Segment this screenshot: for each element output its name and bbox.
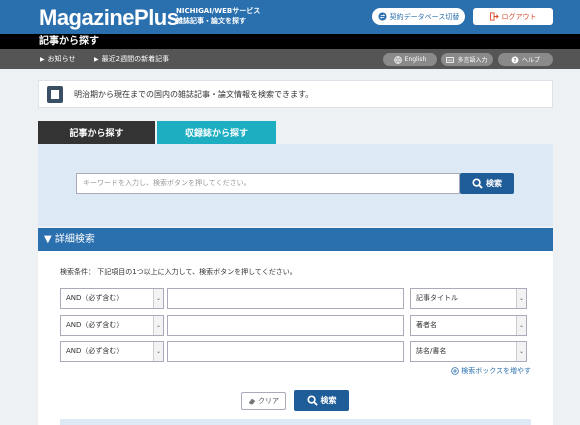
operator-select-1-value: AND（必ず含む） [66, 294, 124, 302]
english-label: English [404, 56, 427, 63]
advanced-search-button[interactable]: 検索 [294, 390, 349, 411]
contract-switch-button[interactable]: 契約データベース切替 [372, 8, 465, 25]
nav-recent-link[interactable]: ▶ 最近2週間の新着記事 [94, 49, 169, 69]
tab-journal-label: 収録誌から探す [184, 129, 248, 139]
advanced-search-label: 検索 [320, 396, 337, 405]
chevron-down-icon: ⌄ [153, 316, 163, 335]
keyword-search-panel: キーワードを入力し、検索ボタンを押してください。 検索 [38, 144, 553, 226]
multilang-input-button[interactable]: 多言語入力 [441, 53, 493, 66]
chevron-down-icon: ⌄ [516, 289, 526, 308]
advanced-search-panel: 検索条件： 下記項目の1つ以上に入力して、検索ボタンを押してください。 AND（… [38, 251, 553, 425]
search-term-input-2[interactable] [167, 315, 404, 336]
triangle-right-icon: ▶ [40, 56, 45, 63]
results-area-top [60, 419, 531, 425]
clear-button[interactable]: クリア [241, 392, 286, 410]
field-select-3[interactable]: 誌名/書名 ⌄ [410, 341, 527, 362]
keyboard-icon [446, 56, 455, 64]
search-term-input-1[interactable] [167, 288, 404, 309]
tab-article-label: 記事から探す [69, 129, 124, 139]
operator-select-2-value: AND（必ず含む） [66, 321, 124, 329]
page-title-bar: 記事から探す [0, 34, 580, 49]
contract-switch-label: 契約データベース切替 [389, 12, 460, 21]
tab-journal-search[interactable]: 収録誌から探す [157, 121, 276, 144]
eraser-icon [248, 397, 256, 405]
info-banner: 明治期から現在までの国内の雑誌記事・論文情報を検索できます。 [38, 80, 553, 108]
switch-icon [378, 12, 387, 21]
help-button[interactable]: ? ヘルプ [498, 53, 553, 66]
help-label: ヘルプ [521, 57, 540, 64]
field-select-3-value: 誌名/書名 [416, 347, 447, 355]
info-text: 明治期から現在までの国内の雑誌記事・論文情報を検索できます。 [74, 90, 314, 99]
operator-select-3[interactable]: AND（必ず含む） ⌄ [60, 341, 164, 362]
add-search-box-link[interactable]: 検索ボックスを増やす [451, 366, 531, 376]
operator-select-2[interactable]: AND（必ず含む） ⌄ [60, 315, 164, 336]
nav-news-label: お知らせ [47, 55, 76, 63]
clear-label: クリア [258, 397, 279, 405]
advanced-search-toggle[interactable]: ▼ 詳細検索 [38, 228, 553, 251]
chevron-down-icon: ⌄ [153, 289, 163, 308]
magazine-icon [47, 86, 63, 103]
keyword-input[interactable]: キーワードを入力し、検索ボタンを押してください。 [76, 173, 460, 194]
app-logo[interactable]: MagazinePlus [39, 5, 179, 31]
multilang-label: 多言語入力 [457, 57, 488, 64]
operator-select-3-value: AND（必ず含む） [66, 347, 124, 355]
field-select-1[interactable]: 記事タイトル ⌄ [410, 288, 527, 309]
help-icon: ? [511, 56, 519, 64]
search-term-input-3[interactable] [167, 341, 404, 362]
service-subtitle-line2: 雑誌記事・論文を探す [176, 17, 246, 25]
add-search-box-label: 検索ボックスを増やす [461, 367, 532, 375]
logout-button[interactable]: ログアウト [473, 8, 553, 25]
keyword-search-label: 検索 [486, 179, 502, 188]
search-icon [472, 178, 483, 189]
service-subtitle: NICHIGAI/WEBサービス 雑誌記事・論文を探す [176, 6, 260, 26]
chevron-down-icon: ⌄ [516, 342, 526, 361]
svg-text:?: ? [513, 58, 516, 64]
logout-label: ログアウト [501, 12, 537, 21]
chevron-down-icon: ⌄ [516, 316, 526, 335]
triangle-right-icon: ▶ [94, 56, 99, 63]
app-header: MagazinePlus NICHIGAI/WEBサービス 雑誌記事・論文を探す… [0, 0, 580, 34]
english-button[interactable]: English [383, 53, 437, 66]
page-title: 記事から探す [39, 36, 99, 47]
search-icon [306, 395, 318, 406]
keyword-search-button[interactable]: 検索 [460, 173, 514, 194]
nav-bar: ▶ お知らせ ▶ 最近2週間の新着記事 English 多言語入力 ? ヘルプ [0, 49, 580, 69]
logout-icon [489, 12, 499, 21]
field-select-2[interactable]: 著者名 ⌄ [410, 315, 527, 336]
chevron-down-icon: ⌄ [153, 342, 163, 361]
field-select-2-value: 著者名 [416, 321, 437, 329]
advanced-instruction: 検索条件： 下記項目の1つ以上に入力して、検索ボタンを押してください。 [60, 268, 297, 276]
nav-recent-label: 最近2週間の新着記事 [101, 55, 170, 63]
nav-news-link[interactable]: ▶ お知らせ [40, 49, 76, 69]
operator-select-1[interactable]: AND（必ず含む） ⌄ [60, 288, 164, 309]
globe-icon [393, 55, 402, 64]
plus-circle-icon [451, 367, 459, 375]
field-select-1-value: 記事タイトル [416, 294, 458, 302]
service-subtitle-line1: NICHIGAI/WEBサービス [176, 7, 261, 15]
tab-article-search[interactable]: 記事から探す [38, 121, 155, 149]
